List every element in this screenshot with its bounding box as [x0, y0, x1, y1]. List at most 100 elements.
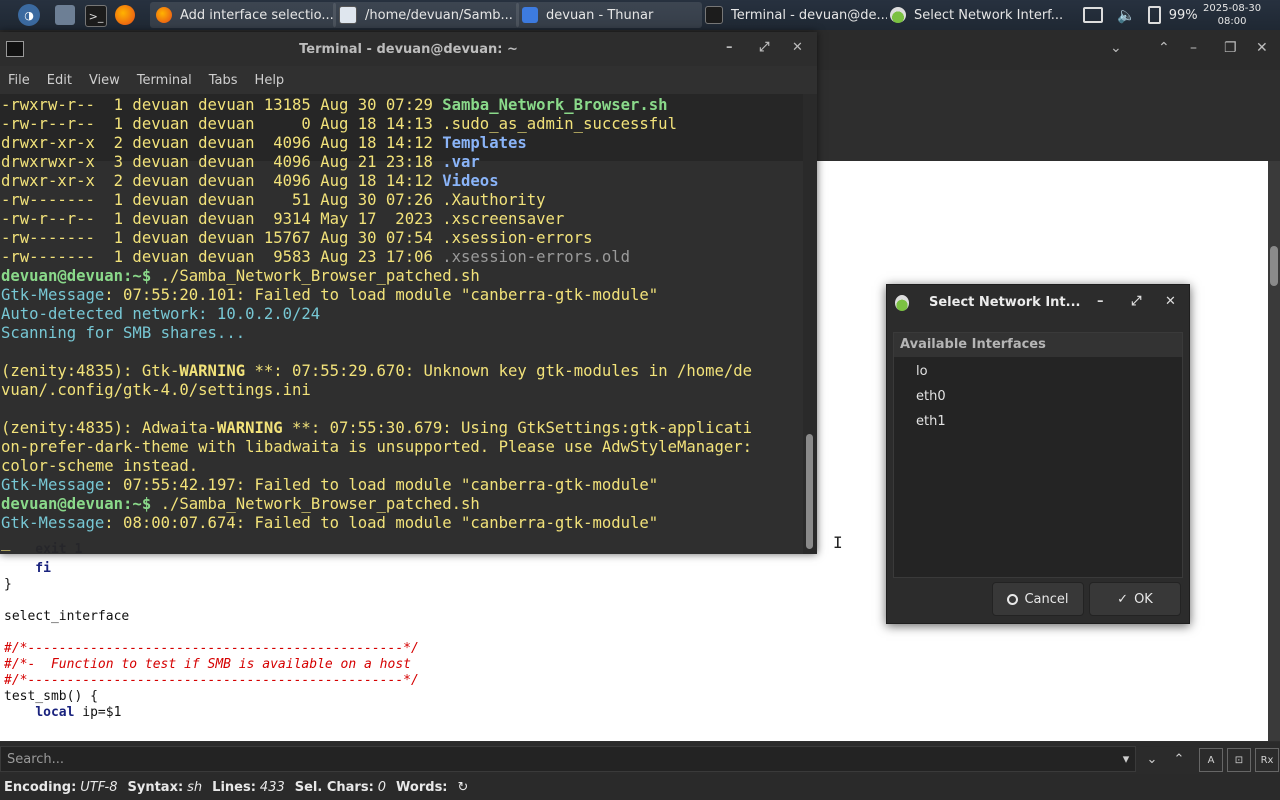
warning-tag: WARNING: [216, 419, 283, 437]
lines-value: 433: [259, 779, 285, 795]
menu-view[interactable]: View: [89, 73, 120, 88]
ls-meta: drwxrwxr-x 3 devuan devuan 4096 Aug 21 2…: [1, 153, 443, 171]
minimize-icon[interactable]: –: [1190, 40, 1197, 56]
menu-terminal[interactable]: Terminal: [137, 73, 192, 88]
warning-tag: WARNING: [179, 362, 246, 380]
terminal-launcher-icon[interactable]: >_: [85, 5, 107, 27]
clock[interactable]: 2025-08-30 08:00: [1203, 2, 1261, 28]
terminal-output[interactable]: -rwxrw-r-- 1 devuan devuan 13185 Aug 30 …: [0, 94, 803, 554]
find-next-icon[interactable]: ⌄: [1141, 748, 1163, 770]
warning-source: (zenity:4835): Adwaita-: [1, 419, 217, 437]
menu-file[interactable]: File: [8, 73, 30, 88]
dialog-titlebar[interactable]: Select Network Int... – ⤢ ✕: [887, 285, 1189, 321]
taskbar-window-title: Add interface selectio...: [180, 7, 334, 23]
ls-meta: drwxr-xr-x 2 devuan devuan 4096 Aug 18 1…: [1, 172, 443, 190]
taskbar-window-firefox[interactable]: Add interface selectio...: [150, 2, 336, 28]
match-case-icon[interactable]: A: [1199, 748, 1223, 772]
display-icon[interactable]: [1083, 7, 1103, 23]
scrollbar-thumb[interactable]: [1270, 246, 1278, 286]
ok-button[interactable]: ✓ OK: [1089, 582, 1181, 616]
terminal-titlebar[interactable]: Terminal - devuan@devuan: ~ – ⤢ ✕: [0, 32, 817, 66]
list-item[interactable]: lo: [916, 364, 928, 379]
list-header[interactable]: Available Interfaces: [894, 333, 1182, 357]
terminal-cursor: _: [1, 533, 11, 551]
regex-icon[interactable]: Rx: [1255, 748, 1279, 772]
maximize-icon[interactable]: ❐: [1224, 40, 1237, 56]
terminal-line: Auto-detected network: 10.0.2.0/24: [1, 305, 321, 323]
search-bar: Search... ▾ ⌄ ⌃ A ⊡ Rx: [0, 742, 1280, 774]
terminal-line: vuan/.config/gtk-4.0/settings.ini: [1, 381, 311, 399]
command: ./Samba_Network_Browser_patched.sh: [151, 495, 480, 513]
list-item[interactable]: eth1: [916, 414, 946, 429]
terminal-line: (zenity:4835): Adwaita-WARNING **: 07:55…: [1, 419, 752, 438]
app-menu-icon[interactable]: ◑: [18, 4, 40, 26]
mouse-ibeam-cursor-icon: I: [833, 533, 843, 552]
taskbar-window-thunar[interactable]: devuan - Thunar: [516, 2, 702, 28]
ok-label: OK: [1134, 591, 1153, 607]
ls-filename: .sudo_as_admin_successful: [442, 115, 677, 133]
refresh-icon[interactable]: ↻: [458, 780, 469, 795]
terminal-line: Gtk-Message: 08:00:07.674: Failed to loa…: [1, 514, 658, 533]
chevron-up-icon[interactable]: ⌃: [1158, 40, 1170, 56]
taskbar-window-terminal[interactable]: Terminal - devuan@de...: [699, 2, 887, 28]
editor-scrollbar[interactable]: [1268, 161, 1280, 741]
list-item[interactable]: eth0: [916, 389, 946, 404]
whole-word-icon[interactable]: ⊡: [1227, 748, 1251, 772]
prompt: devuan@devuan:~$: [1, 495, 152, 513]
terminal-window: Terminal - devuan@devuan: ~ – ⤢ ✕ File E…: [0, 32, 817, 554]
command: ./Samba_Network_Browser_patched.sh: [151, 267, 480, 285]
file-manager-launcher-icon[interactable]: [55, 5, 75, 25]
terminal-line: drwxr-xr-x 2 devuan devuan 4096 Aug 18 1…: [1, 134, 527, 153]
code-text: ip=$1: [74, 705, 122, 720]
taskbar-window-title: Select Network Interf...: [914, 7, 1064, 23]
syntax-value[interactable]: sh: [187, 780, 202, 795]
taskbar-window-zenity[interactable]: Select Network Interf...: [884, 2, 1072, 28]
terminal-line: -rwxrw-r-- 1 devuan devuan 13185 Aug 30 …: [1, 96, 668, 115]
menu-help[interactable]: Help: [255, 73, 285, 88]
firefox-launcher-icon[interactable]: [115, 5, 135, 25]
ls-filename: .xsession-errors.old: [442, 248, 631, 266]
terminal-line: -rw-r--r-- 1 devuan devuan 9314 May 17 2…: [1, 210, 564, 229]
terminal-line: drwxr-xr-x 2 devuan devuan 4096 Aug 18 1…: [1, 172, 499, 191]
terminal-line: Gtk-Message: 07:55:42.197: Failed to loa…: [1, 476, 658, 495]
maximize-icon[interactable]: ⤢: [759, 40, 769, 55]
terminal-line: -rw------- 1 devuan devuan 51 Aug 30 07:…: [1, 191, 546, 210]
scrollbar-thumb[interactable]: [806, 434, 813, 549]
volume-icon[interactable]: 🔈: [1117, 6, 1136, 24]
maximize-icon[interactable]: ⤢: [1131, 294, 1141, 309]
terminal-scrollbar[interactable]: [803, 94, 817, 554]
code-line: local ip=$1: [4, 705, 121, 720]
close-icon[interactable]: ✕: [1256, 40, 1268, 56]
ls-filename: .xsession-errors: [442, 229, 593, 247]
terminal-line: devuan@devuan:~$ ./Samba_Network_Browser…: [1, 495, 480, 514]
ls-filename: Samba_Network_Browser.sh: [442, 96, 668, 114]
dialog-title: Select Network Int...: [929, 295, 1081, 310]
search-input[interactable]: Search...: [0, 746, 1136, 772]
zenity-icon: [895, 295, 909, 311]
terminal-window-icon: [6, 41, 24, 57]
code-comment-line: #/*-------------------------------------…: [4, 673, 419, 688]
terminal-line: color-scheme instead.: [1, 457, 199, 475]
prompt: devuan@devuan:~$: [1, 267, 152, 285]
clock-time: 08:00: [1217, 16, 1247, 27]
search-history-dropdown-icon[interactable]: ▾: [1115, 748, 1137, 770]
minimize-icon[interactable]: –: [726, 40, 733, 55]
menu-edit[interactable]: Edit: [47, 73, 72, 88]
minimize-icon[interactable]: –: [1097, 294, 1104, 309]
encoding-value[interactable]: UTF-8: [80, 780, 117, 795]
find-previous-icon[interactable]: ⌃: [1168, 748, 1190, 770]
taskbar-window-editor[interactable]: /home/devuan/Samb...: [333, 2, 519, 28]
close-icon[interactable]: ✕: [792, 40, 803, 55]
close-icon[interactable]: ✕: [1165, 294, 1176, 309]
dropdown-icon[interactable]: ⌄: [1110, 40, 1122, 56]
cancel-button[interactable]: Cancel: [992, 582, 1084, 616]
selchars-label: Sel. Chars:: [294, 779, 374, 795]
battery-icon[interactable]: [1147, 6, 1161, 24]
taskbar-window-title: /home/devuan/Samb...: [365, 7, 513, 23]
terminal-line: -rw------- 1 devuan devuan 9583 Aug 23 1…: [1, 248, 630, 267]
ls-filename: Templates: [442, 134, 527, 152]
code-line: select_interface: [4, 609, 130, 624]
message: : 07:55:20.101: Failed to load module "c…: [104, 286, 659, 304]
terminal-line: drwxrwxr-x 3 devuan devuan 4096 Aug 21 2…: [1, 153, 480, 172]
menu-tabs[interactable]: Tabs: [209, 73, 238, 88]
